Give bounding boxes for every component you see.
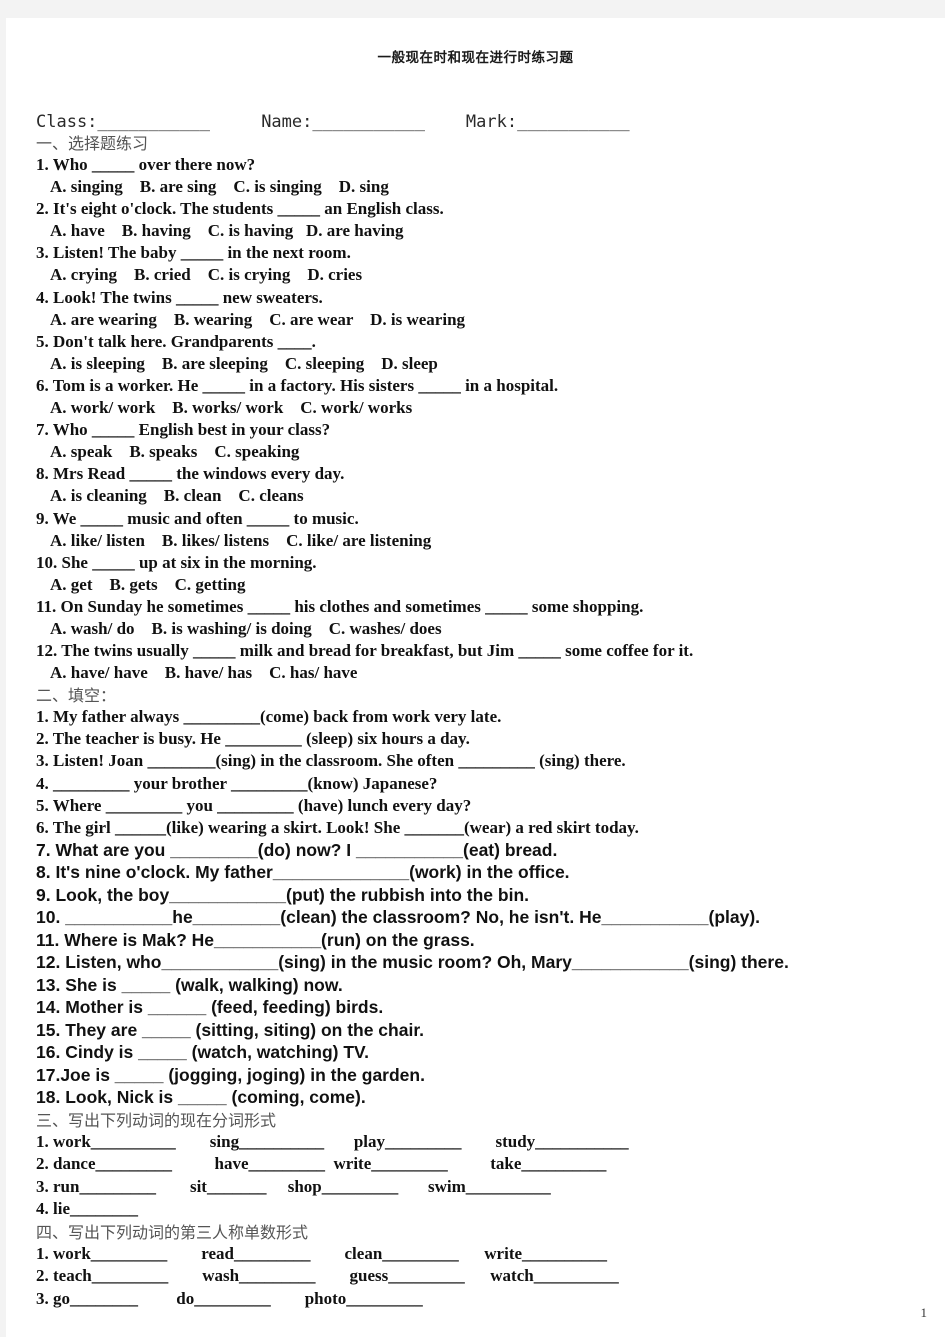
mc-item-options: A. is cleaning B. clean C. cleans [50,486,304,506]
document-page: 一般现在时和现在进行时练习题 Class:___________ Name:__… [6,18,945,1337]
verb-row: 4. lie________ [36,1199,138,1219]
mc-item-options: A. crying B. cried C. is crying D. cries [50,265,363,285]
mc-item-stem: 1. Who _____ over there now? [36,155,256,174]
page-number: 1 [920,1305,928,1320]
mc-item-stem: 12. The twins usually _____ milk and bre… [36,641,694,661]
section-2-heading: 二、填空： [36,686,117,706]
name-field-label: Name:___________ [261,112,425,132]
fill-item: 5. Where _________ you _________ (have) … [36,795,472,815]
verb-row: 2. teach_________ wash_________ guess___… [36,1266,619,1286]
mc-item-stem: 9. We _____ music and often _____ to mus… [36,508,359,528]
verb-row: 3. run_________ sit_______ shop_________… [36,1176,551,1196]
fill-item: 18. Look, Nick is _____ (coming, come). [36,1087,366,1108]
fill-item: 16. Cindy is _____ (watch, watching) TV. [36,1042,369,1063]
mc-item-stem: 10. She _____ up at six in the morning. [36,552,317,572]
fill-item: 2. The teacher is busy. He _________ (sl… [36,729,470,749]
section-4-heading: 四、写出下列动词的第三人称单数形式 [36,1222,309,1242]
verb-row: 3. go________ do_________ photo_________ [36,1288,423,1308]
section-4-items: 1. work_________ read_________ clean____… [36,1243,945,1311]
fill-item: 13. She is _____ (walk, walking) now. [36,974,343,995]
mc-item-stem: 2. It's eight o'clock. The students ____… [36,199,444,219]
fill-item: 17.Joe is _____ (jogging, joging) in the… [36,1064,425,1085]
mc-item-stem: 5. Don't talk here. Grandparents ____. [36,331,316,351]
mc-item-options: A. are wearing B. wearing C. are wear D.… [50,309,466,329]
fill-item: 1. My father always _________(come) back… [36,707,502,727]
fill-item: 7. What are you _________(do) now? I ___… [36,839,558,860]
mc-item-options: A. work/ work B. works/ work C. work/ wo… [50,398,413,418]
fill-item: 6. The girl ______(like) wearing a skirt… [36,817,639,837]
page-title: 一般现在时和现在进行时练习题 [377,50,574,66]
verb-row: 2. dance_________ have_________ write___… [36,1154,607,1174]
fill-item: 8. It's nine o'clock. My father_________… [36,862,570,883]
mc-item-stem: 11. On Sunday he sometimes _____ his clo… [36,596,644,616]
section-1-heading: 一、选择题练习 [36,134,149,153]
mc-item-options: A. like/ listen B. likes/ listens C. lik… [50,530,432,550]
section-3-items: 1. work__________ sing__________ play___… [36,1131,945,1221]
fill-item: 4. _________ your brother _________(know… [36,773,438,793]
mc-item-stem: 4. Look! The twins _____ new sweaters. [36,287,323,307]
mc-item-options: A. have B. having C. is having D. are ha… [50,221,404,241]
student-meta-line: Class:___________ Name:___________ Mark:… [36,112,945,132]
fill-item: 15. They are _____ (sitting, siting) on … [36,1019,425,1040]
fill-item: 14. Mother is ______ (feed, feeding) bir… [36,997,384,1018]
mark-field-label: Mark:___________ [465,112,630,132]
verb-row: 1. work__________ sing__________ play___… [36,1131,629,1151]
mc-item-options: A. have/ have B. have/ has C. has/ have [50,663,358,683]
section-1-items: 1. Who _____ over there now? A. singing … [36,154,945,684]
mc-item-options: A. get B. gets C. getting [50,574,246,594]
mc-item-options: A. wash/ do B. is washing/ is doing C. w… [50,618,442,638]
verb-row: 1. work_________ read_________ clean____… [36,1243,608,1263]
fill-item: 11. Where is Mak? He___________(run) on … [36,929,475,950]
mc-item-stem: 8. Mrs Read _____ the windows every day. [36,464,345,484]
mc-item-stem: 6. Tom is a worker. He _____ in a factor… [36,375,559,395]
fill-item: 10. ___________he_________(clean) the cl… [36,907,761,928]
class-field-label: Class:___________ [36,112,210,132]
mc-item-options: A. speak B. speaks C. speaking [50,442,300,462]
mc-item-stem: 7. Who _____ English best in your class? [36,420,331,440]
mc-item-options: A. is sleeping B. are sleeping C. sleepi… [50,353,438,373]
section-2-items: 1. My father always _________(come) back… [36,706,945,1109]
fill-item: 12. Listen, who____________(sing) in the… [36,952,789,973]
fill-item: 3. Listen! Joan ________(sing) in the cl… [36,751,626,771]
mc-item-stem: 3. Listen! The baby _____ in the next ro… [36,243,351,263]
fill-item: 9. Look, the boy____________(put) the ru… [36,884,530,905]
mc-item-options: A. singing B. are sing C. is singing D. … [50,177,389,197]
section-3-heading: 三、写出下列动词的现在分词形式 [36,1110,277,1130]
